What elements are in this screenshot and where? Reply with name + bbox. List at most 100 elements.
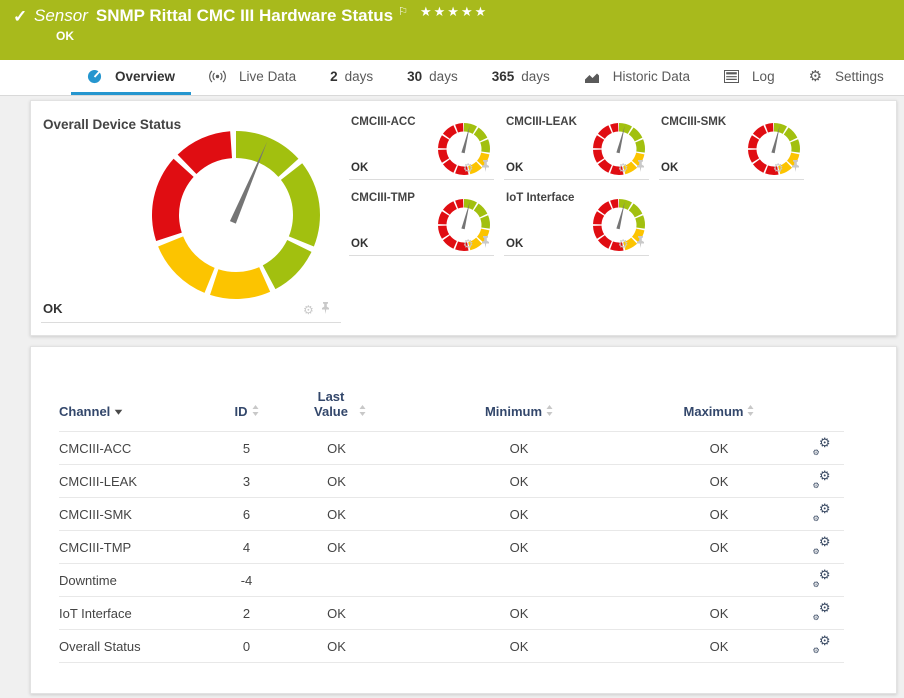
sort-icon <box>359 404 366 419</box>
pin-icon[interactable] <box>791 159 800 177</box>
cell-channel: Downtime <box>59 563 219 597</box>
sensor-page: ✓ Sensor SNMP Rittal CMC III Hardware St… <box>0 0 904 698</box>
sort-icon <box>747 404 754 419</box>
cell-last-value: OK <box>274 431 399 465</box>
pin-icon[interactable] <box>481 235 490 253</box>
channel-gauge-title: CMCIII-TMP <box>351 192 415 204</box>
channel-settings-icon[interactable]: ⚙ ⚙ <box>813 468 831 490</box>
pin-icon[interactable] <box>636 235 645 253</box>
channel-settings-icon[interactable]: ⚙ ⚙ <box>813 501 831 523</box>
cell-channel: Overall Status <box>59 629 219 663</box>
channel-gauge-cell: IoT Interface OK ⚙ <box>504 187 649 263</box>
table-row: Overall Status 0 OK OK OK ⚙ ⚙ <box>59 629 844 663</box>
cell-minimum <box>399 563 639 597</box>
cell-id: 3 <box>219 464 274 498</box>
channel-gauge-status: OK <box>506 162 524 174</box>
column-header-maximum[interactable]: Maximum <box>639 375 799 432</box>
channel-gauge-status: OK <box>351 162 369 174</box>
flag-icon[interactable]: ⚐ <box>398 7 408 18</box>
channel-table-panel: Channel ID Last Value Minimum Maximum CM… <box>30 346 897 694</box>
chart-icon <box>584 70 600 83</box>
cell-minimum: OK <box>399 629 639 663</box>
cell-maximum: OK <box>639 596 799 630</box>
channel-gauge-cell: CMCIII-TMP OK ⚙ <box>349 187 494 263</box>
tab-settings[interactable]: ⚙ Settings <box>793 60 900 95</box>
channel-settings-icon[interactable]: ⚙ ⚙ <box>813 567 831 589</box>
channel-settings-icon[interactable]: ⚙ ⚙ <box>813 633 831 655</box>
cell-minimum: OK <box>399 464 639 498</box>
divider <box>41 322 341 323</box>
cell-maximum <box>639 563 799 597</box>
divider <box>504 179 649 180</box>
gear-icon[interactable]: ⚙ <box>303 303 314 317</box>
sort-icon <box>546 404 553 419</box>
channel-gauge-cell: CMCIII-ACC OK ⚙ <box>349 111 494 187</box>
cell-last-value: OK <box>274 596 399 630</box>
table-row: CMCIII-ACC 5 OK OK OK ⚙ ⚙ <box>59 431 844 465</box>
cell-id: 6 <box>219 497 274 531</box>
channel-gauge-title: CMCIII-SMK <box>661 116 727 128</box>
tab-365-days[interactable]: 365 days <box>476 60 566 95</box>
channel-table: Channel ID Last Value Minimum Maximum CM… <box>59 375 844 663</box>
sensor-header: ✓ Sensor SNMP Rittal CMC III Hardware St… <box>0 0 904 60</box>
cell-last-value: OK <box>274 497 399 531</box>
tab-historic-data[interactable]: Historic Data <box>568 60 706 95</box>
table-row: IoT Interface 2 OK OK OK ⚙ ⚙ <box>59 596 844 630</box>
column-header-minimum[interactable]: Minimum <box>399 375 639 432</box>
channel-gauges-grid: CMCIII-ACC OK ⚙ CMCIII-LEAK OK ⚙ CMCIII-… <box>349 111 804 263</box>
table-row: CMCIII-SMK 6 OK OK OK ⚙ ⚙ <box>59 497 844 531</box>
cell-id: 4 <box>219 530 274 564</box>
divider <box>349 255 494 256</box>
column-header-last-value[interactable]: Last Value <box>274 375 399 432</box>
channel-settings-icon[interactable]: ⚙ ⚙ <box>813 600 831 622</box>
divider <box>349 179 494 180</box>
overall-gauge-status: OK <box>43 301 63 316</box>
gear-icon: ⚙ <box>808 67 823 85</box>
gear-icon[interactable]: ⚙ <box>773 161 784 175</box>
gear-icon[interactable]: ⚙ <box>463 161 474 175</box>
cell-last-value: OK <box>274 629 399 663</box>
channel-settings-icon[interactable]: ⚙ ⚙ <box>813 435 831 457</box>
cell-last-value: OK <box>274 464 399 498</box>
cell-last-value: OK <box>274 530 399 564</box>
channel-gauge-title: CMCIII-LEAK <box>506 116 577 128</box>
table-row: CMCIII-LEAK 3 OK OK OK ⚙ ⚙ <box>59 464 844 498</box>
tab-log[interactable]: Log <box>708 60 791 95</box>
cell-id: 0 <box>219 629 274 663</box>
channel-gauge-status: OK <box>661 162 679 174</box>
cell-minimum: OK <box>399 431 639 465</box>
cell-minimum: OK <box>399 596 639 630</box>
tab-bar: Overview Live Data 2 days 30 days 365 da… <box>0 60 904 96</box>
pin-icon[interactable] <box>636 159 645 177</box>
gauge-icon <box>87 69 102 84</box>
cell-id: -4 <box>219 563 274 597</box>
pin-icon[interactable] <box>481 159 490 177</box>
table-row: Downtime -4 ⚙ ⚙ <box>59 563 844 597</box>
pin-icon[interactable] <box>321 301 330 319</box>
cell-channel: CMCIII-TMP <box>59 530 219 564</box>
table-header-row: Channel ID Last Value Minimum Maximum <box>59 375 844 432</box>
object-kind-label: Sensor <box>34 6 88 25</box>
gear-icon[interactable]: ⚙ <box>618 237 629 251</box>
column-header-channel[interactable]: Channel <box>59 375 219 432</box>
tab-2-days[interactable]: 2 days <box>314 60 389 95</box>
tab-30-days[interactable]: 30 days <box>391 60 474 95</box>
tab-overview[interactable]: Overview <box>71 60 192 95</box>
sort-desc-icon <box>114 404 123 419</box>
broadcast-icon <box>209 70 226 83</box>
cell-maximum: OK <box>639 464 799 498</box>
tab-live-data[interactable]: Live Data <box>193 60 312 95</box>
overall-status-cell: Overall Device Status OK ⚙ <box>31 101 347 335</box>
column-header-id[interactable]: ID <box>219 375 274 432</box>
cell-channel: CMCIII-LEAK <box>59 464 219 498</box>
gear-icon[interactable]: ⚙ <box>618 161 629 175</box>
cell-last-value <box>274 563 399 597</box>
overall-status-gauge <box>150 129 322 301</box>
divider <box>659 179 804 180</box>
channel-gauge-status: OK <box>506 238 524 250</box>
channel-settings-icon[interactable]: ⚙ ⚙ <box>813 534 831 556</box>
priority-stars[interactable]: ★★★★★ <box>420 4 488 20</box>
gear-icon[interactable]: ⚙ <box>463 237 474 251</box>
channel-gauge-title: IoT Interface <box>506 192 575 204</box>
cell-id: 5 <box>219 431 274 465</box>
